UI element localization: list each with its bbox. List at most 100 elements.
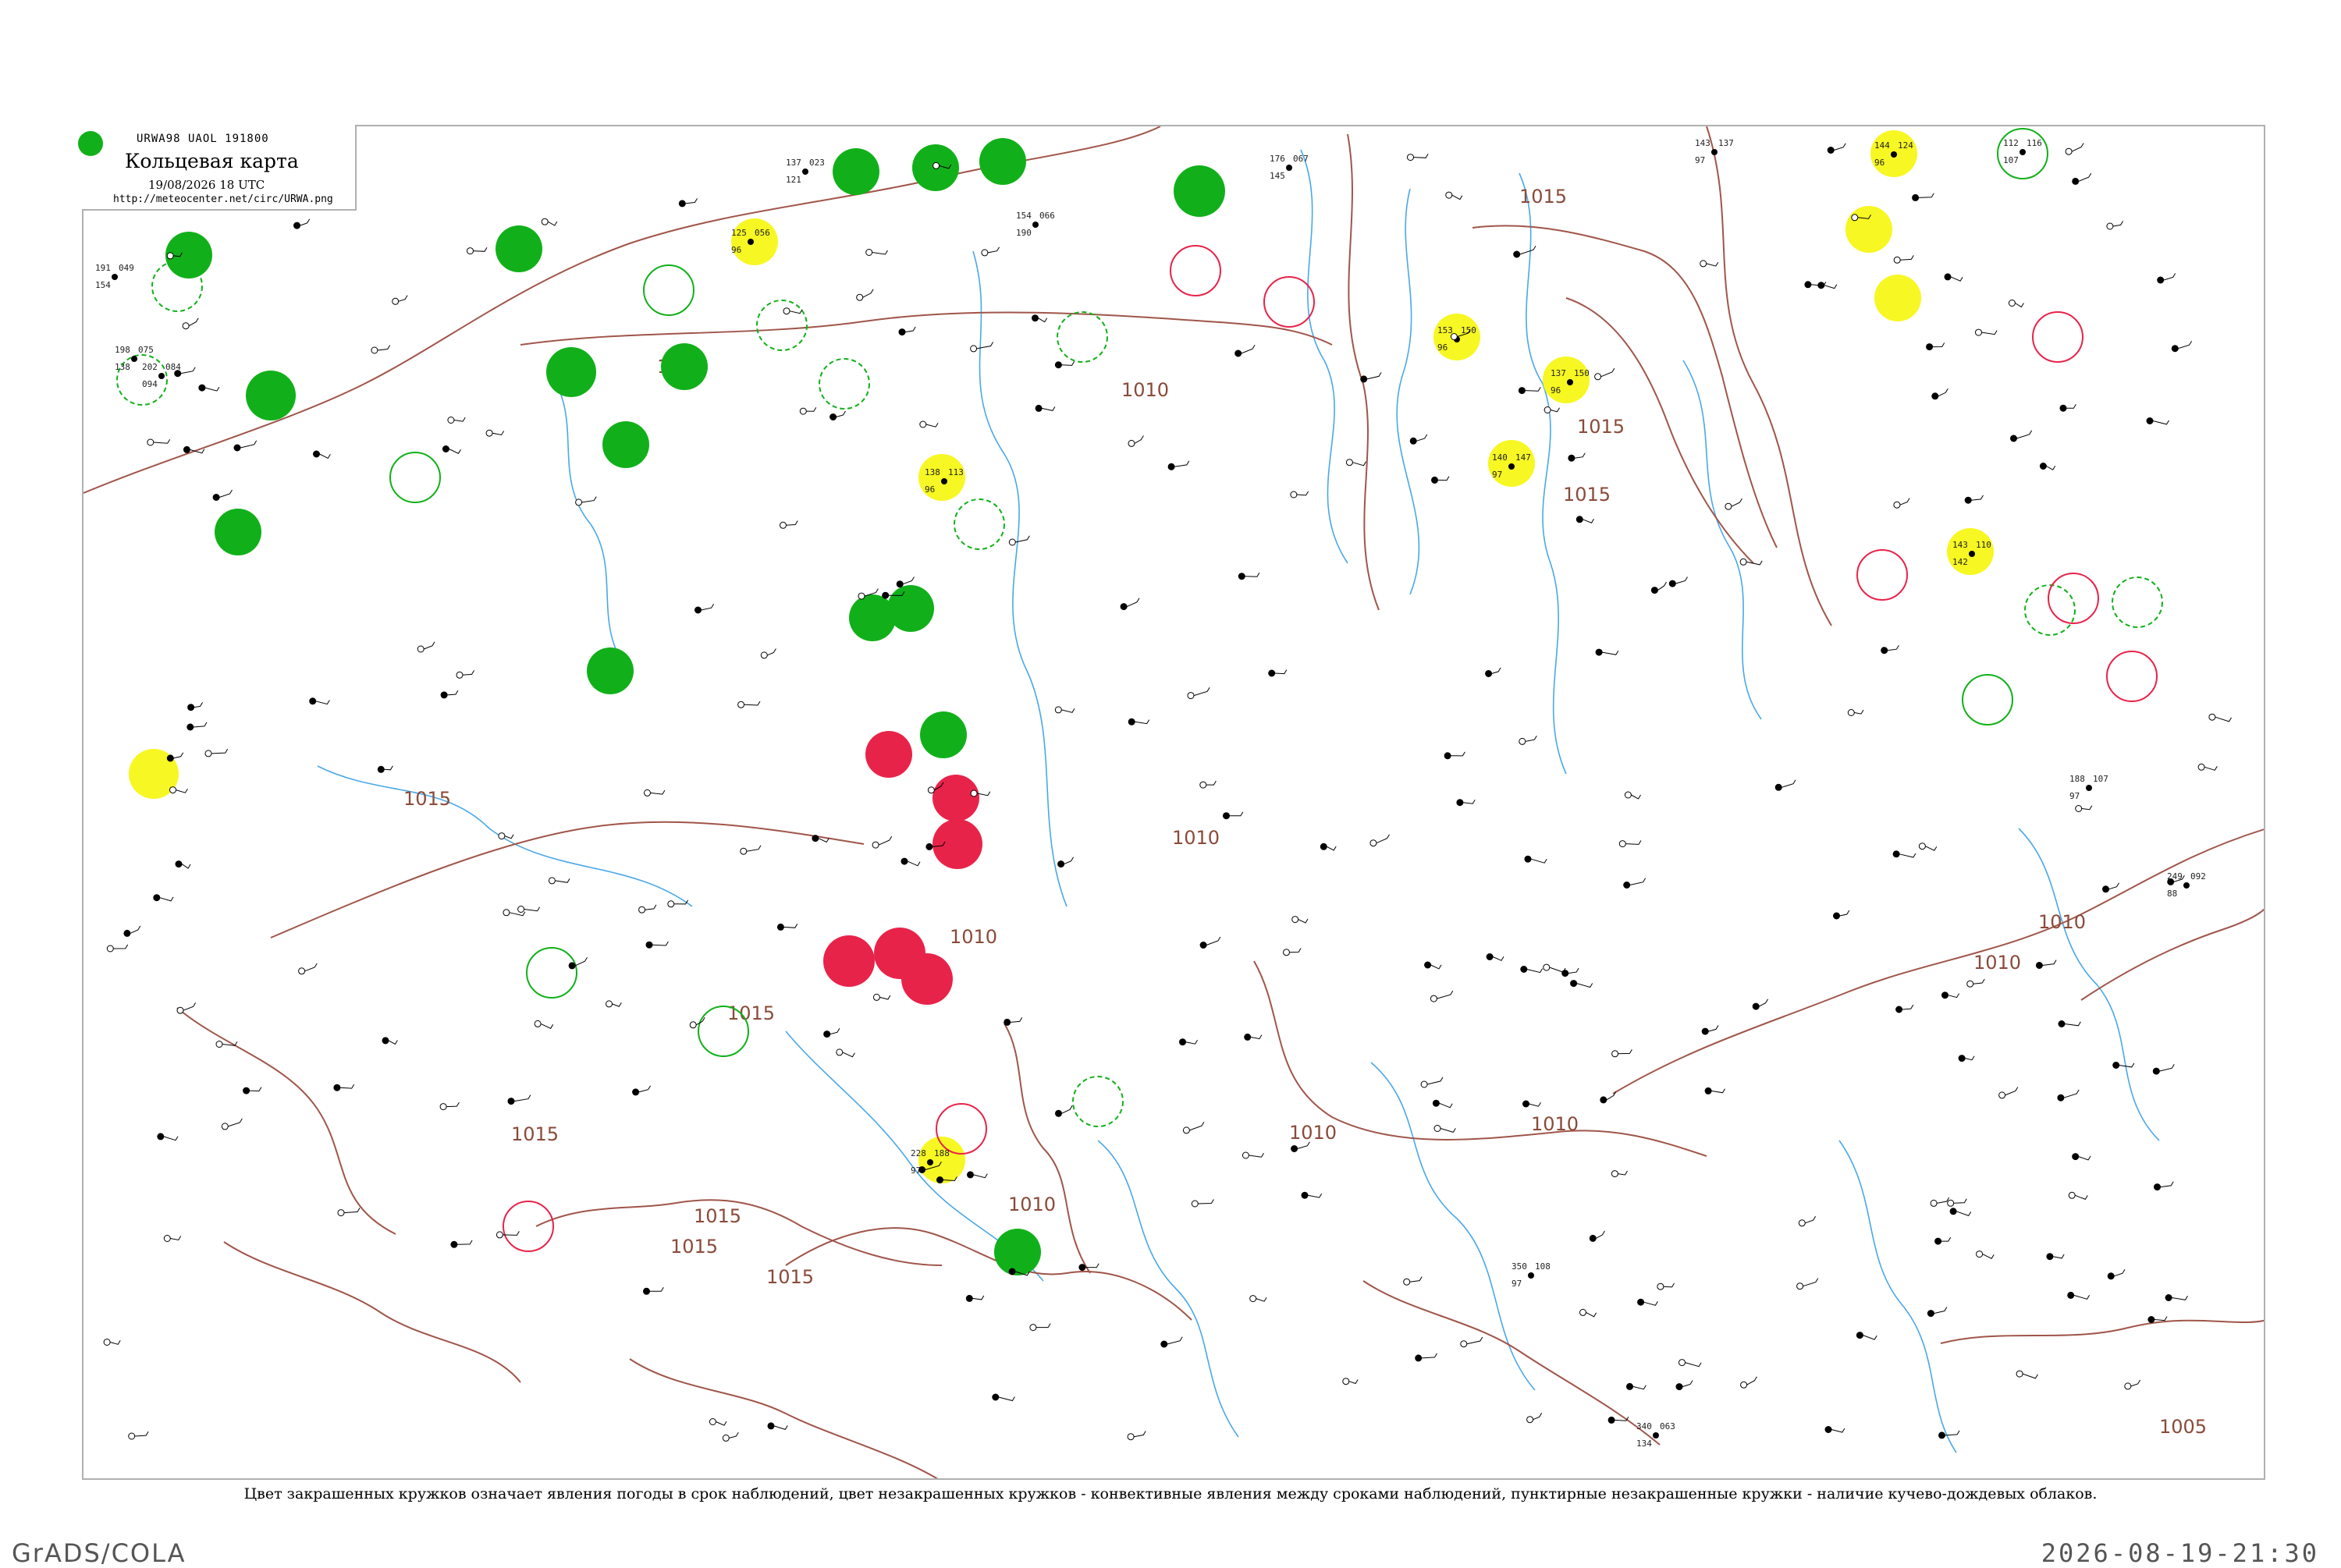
station-symbol [1964, 496, 1972, 504]
map-url[interactable]: http://meteocenter.net/circ/URWA.png [113, 193, 333, 205]
cb-circle [819, 358, 870, 410]
station-marker [158, 373, 165, 379]
station-symbol [1966, 980, 1974, 988]
wind-barb [228, 1118, 243, 1127]
station-symbol [1893, 256, 1901, 264]
wind-barb [645, 904, 657, 910]
map-header: URWA98 UAOL 191800 Кольцевая карта 19/08… [82, 125, 357, 211]
station-symbol [689, 1021, 697, 1029]
station-plot: 340 063 134 [1636, 1421, 1675, 1449]
station-symbol [970, 345, 978, 353]
station-symbol [417, 645, 425, 653]
wind-barb [1530, 858, 1547, 864]
station-symbol [1179, 1038, 1186, 1046]
wind-barb [339, 1084, 355, 1089]
station-symbol [1526, 1416, 1534, 1424]
wind-barb [509, 911, 526, 917]
wind-barb [1134, 1431, 1146, 1438]
rain-circle [887, 585, 934, 632]
wind-barb [767, 648, 776, 656]
thunder-ring [503, 1201, 554, 1252]
wind-barb [904, 326, 916, 333]
station-value: 97 [1695, 155, 1705, 165]
wind-barb [1964, 1055, 1975, 1061]
station-value: 142 [1952, 557, 1968, 567]
station-symbol [1752, 1002, 1760, 1010]
wind-barb [153, 438, 171, 444]
wind-barb [1831, 1428, 1845, 1433]
station-symbol [1029, 1324, 1037, 1332]
wind-barb [447, 690, 459, 696]
wind-barb [1643, 1301, 1658, 1306]
station-temp: 188 [934, 1148, 950, 1158]
station-symbol [182, 322, 190, 330]
station-symbol [1912, 193, 1920, 201]
footer-timestamp: 2026-08-19-21:30 [2041, 1538, 2319, 1568]
wind-barb [2114, 1268, 2126, 1277]
synoptic-map: 1015 1015 1010 1015 1015 1010 1015 1010 … [82, 125, 2265, 1480]
wind-barb [1041, 406, 1056, 411]
thunder-ring [1170, 245, 1221, 296]
isobar-label: 1015 [511, 1123, 559, 1145]
wind-barb [1241, 344, 1256, 354]
station-symbol [1167, 463, 1175, 470]
wind-barb [524, 906, 541, 912]
wind-barb [1206, 936, 1221, 945]
wind-barb [181, 864, 191, 869]
station-symbol [829, 413, 837, 420]
wind-barb [1526, 968, 1543, 974]
wind-barb [1167, 1336, 1183, 1345]
wind-barb [240, 440, 258, 449]
wind-barb [903, 576, 915, 585]
wind-barb [492, 431, 505, 436]
wind-barb [783, 924, 798, 928]
convective-circle [1962, 674, 2013, 725]
wind-barb [2063, 1089, 2080, 1098]
wind-barb [2073, 1294, 2091, 1300]
station-temp: 108 [1535, 1261, 1551, 1272]
wind-barb [1421, 1353, 1437, 1359]
station-symbol [176, 1006, 184, 1014]
station-symbol [1035, 404, 1043, 412]
thunder-circle [865, 731, 912, 778]
map-canvas: 1015 1015 1010 1015 1015 1010 1015 1010 … [83, 126, 2264, 1478]
station-symbol [936, 1176, 943, 1183]
station-symbol [981, 249, 989, 257]
station-pressure: 143 [1952, 540, 1968, 550]
station-symbol [776, 923, 784, 931]
station-symbol [606, 1000, 613, 1008]
wind-barb [2075, 1194, 2088, 1201]
station-symbol [1926, 343, 1934, 351]
station-symbol [333, 1084, 341, 1091]
station-symbol [1234, 349, 1242, 357]
wind-barb [2152, 420, 2169, 425]
wind-barb [1198, 1199, 1214, 1204]
wind-barb [1193, 687, 1210, 697]
wind-barb [1711, 1088, 1725, 1094]
station-symbol [1568, 454, 1575, 462]
station-symbol [163, 1235, 171, 1242]
station-symbol [882, 591, 890, 599]
station-symbol [2157, 276, 2165, 284]
station-symbol [932, 161, 940, 169]
wind-barb [1064, 857, 1075, 865]
station-symbol [1847, 709, 1855, 716]
wind-barb [1085, 1263, 1099, 1268]
station-symbol [836, 1048, 844, 1056]
station-symbol [919, 420, 927, 428]
station-marker [2183, 882, 2190, 889]
wind-barb [1061, 708, 1075, 713]
station-symbol [1856, 1332, 1863, 1339]
station-symbol [1941, 992, 1948, 999]
station-symbol [858, 592, 865, 600]
station-symbol [2068, 1191, 2076, 1199]
haze-circle [1874, 275, 1921, 321]
station-marker [131, 356, 137, 362]
station-symbol [1678, 1359, 1686, 1367]
station-symbol [1893, 501, 1901, 509]
wind-barb [1529, 1102, 1541, 1107]
station-value: 154 [95, 280, 111, 290]
station-marker [927, 1159, 933, 1165]
station-symbol [1055, 1109, 1062, 1117]
station-symbol [2107, 1272, 2115, 1280]
